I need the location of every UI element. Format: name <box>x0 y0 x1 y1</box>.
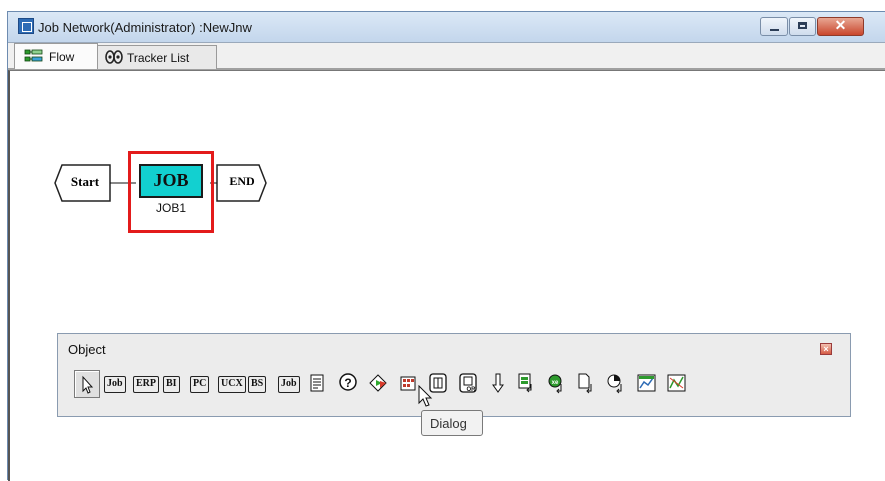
minimize-button[interactable] <box>760 17 788 36</box>
object-palette: Object × Job ERP BI PC UCX BS Job ? OR x… <box>57 333 851 417</box>
tab-bar: Flow Tracker List <box>8 43 885 70</box>
tab-tracker-list[interactable]: Tracker List <box>96 45 217 69</box>
job-node-selected[interactable]: JOB JOB1 <box>128 151 214 233</box>
select-arrow-icon <box>82 375 94 394</box>
or-branch-icon: OR <box>459 373 477 393</box>
clock-wait-icon <box>607 374 622 394</box>
calendar-grid-icon <box>400 376 416 391</box>
sub-jnw-tool-button[interactable] <box>514 370 540 398</box>
chart2-tool-button[interactable] <box>664 370 690 398</box>
tab-tracker-label: Tracker List <box>127 51 190 65</box>
tab-flow[interactable]: Flow <box>14 43 98 69</box>
or-tool-button[interactable]: OR <box>456 370 482 398</box>
mouse-pointer-icon <box>418 385 433 407</box>
pc-tool-label: PC <box>190 376 210 393</box>
palette-title: Object <box>68 342 106 357</box>
tracker-icon <box>105 50 123 64</box>
job-box: JOB <box>139 164 203 198</box>
event-tool-button[interactable] <box>366 370 392 398</box>
pc-tool-button[interactable]: PC <box>187 370 213 398</box>
start-node[interactable]: Start <box>60 174 110 190</box>
script-tool-button[interactable] <box>305 370 331 398</box>
chart2-icon <box>667 374 686 392</box>
job-tool-button[interactable]: Job <box>101 370 127 398</box>
close-icon: ✕ <box>834 17 847 33</box>
palette-close-button[interactable]: × <box>820 343 832 355</box>
dialog-tooltip: Dialog <box>421 410 483 436</box>
chart-tool-button[interactable] <box>634 370 660 398</box>
maximize-icon <box>798 22 807 29</box>
event-diamond-icon <box>369 374 387 392</box>
job-variant-tool-button[interactable]: Job <box>275 370 301 398</box>
script-icon <box>310 374 324 392</box>
dialog-tool-button[interactable]: ? <box>336 370 362 398</box>
bs-tool-label: BS <box>248 376 267 393</box>
job-name-label: JOB1 <box>155 201 186 215</box>
window-title: Job Network(Administrator) :NewJnw <box>38 20 252 35</box>
file-wait-icon <box>578 373 592 394</box>
svg-text:?: ? <box>344 376 351 390</box>
job-variant-tool-label: Job <box>278 376 300 393</box>
ucx-tool-button[interactable]: UCX <box>215 370 246 398</box>
app-icon <box>18 18 34 34</box>
bi-tool-label: BI <box>163 376 180 393</box>
file-wait-tool-button[interactable] <box>574 370 600 398</box>
tab-flow-label: Flow <box>49 50 75 64</box>
job-tool-label: Job <box>104 376 126 393</box>
close-button[interactable]: ✕ <box>817 17 864 36</box>
erp-tool-label: ERP <box>133 376 159 393</box>
select-tool-button[interactable] <box>74 370 100 398</box>
maximize-button[interactable] <box>789 17 816 36</box>
svg-text:OR: OR <box>467 387 477 393</box>
send-event-tool-button[interactable]: xe <box>544 370 570 398</box>
ucx-tool-label: UCX <box>218 376 246 393</box>
bi-tool-button[interactable]: BI <box>160 370 186 398</box>
minimize-icon <box>770 29 779 31</box>
down-arrow-icon <box>492 373 504 393</box>
dialog-question-icon: ? <box>339 373 357 391</box>
title-bar[interactable]: Job Network(Administrator) :NewJnw ✕ <box>8 12 885 42</box>
sub-network-icon <box>518 373 532 393</box>
end-node[interactable]: END <box>217 174 267 189</box>
bs-tool-button[interactable]: BS <box>245 370 271 398</box>
tool-row: Job ERP BI PC UCX BS Job ? OR xe <box>74 370 844 400</box>
time-wait-tool-button[interactable] <box>604 370 630 398</box>
tooltip-text: Dialog <box>430 416 467 431</box>
wait-tool-button[interactable] <box>486 370 512 398</box>
erp-tool-button[interactable]: ERP <box>130 370 159 398</box>
send-event-icon: xe <box>548 374 562 394</box>
svg-text:xe: xe <box>552 380 559 386</box>
flow-icon <box>24 49 43 62</box>
chart-icon <box>637 374 656 392</box>
